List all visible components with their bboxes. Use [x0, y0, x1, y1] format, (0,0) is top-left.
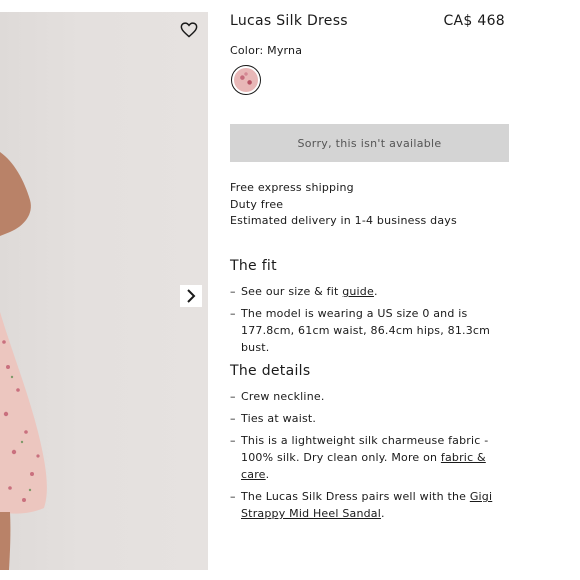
list-item: – See our size & fit guide. [230, 283, 510, 300]
detail-text: Ties at waist. [241, 412, 317, 425]
model-photo [0, 152, 47, 570]
next-image-button[interactable] [180, 285, 202, 307]
details-heading: The details [230, 363, 311, 379]
product-image[interactable] [0, 12, 208, 570]
title-row: Lucas Silk Dress CA$ 468 [230, 13, 505, 29]
model-info-text: The model is wearing a US size 0 and is … [241, 307, 491, 354]
list-item: – Crew neckline. [230, 388, 510, 405]
shipping-info: Free express shipping Duty free Estimate… [230, 180, 457, 230]
fit-text: See our size & fit [241, 285, 343, 298]
list-item: – This is a lightweight silk charmeuse f… [230, 432, 510, 483]
wishlist-button[interactable] [180, 22, 200, 42]
detail-text: Crew neckline. [241, 390, 325, 403]
bullet-dash: – [230, 390, 236, 403]
color-swatch-myrna[interactable] [231, 65, 261, 95]
punctuation: . [373, 285, 378, 298]
bullet-dash: – [230, 307, 236, 320]
bullet-dash: – [230, 434, 236, 447]
punctuation: . [381, 507, 385, 520]
color-label: Color: Myrna [230, 44, 303, 57]
heart-icon [180, 22, 198, 38]
detail-text: The Lucas Silk Dress pairs well with the [241, 490, 470, 503]
list-item: – The Lucas Silk Dress pairs well with t… [230, 488, 510, 522]
fit-list: – See our size & fit guide. – The model … [230, 283, 510, 361]
product-title: Lucas Silk Dress [230, 13, 348, 29]
list-item-text: The Lucas Silk Dress pairs well with the… [241, 488, 510, 522]
chevron-right-icon [187, 289, 196, 303]
details-list: – Crew neckline. – Ties at waist. – This… [230, 388, 510, 527]
swatch-pattern [234, 68, 258, 92]
list-item: – The model is wearing a US size 0 and i… [230, 305, 510, 356]
shipping-line: Estimated delivery in 1-4 business days [230, 214, 457, 227]
bullet-dash: – [230, 285, 236, 298]
bullet-dash: – [230, 490, 236, 503]
shipping-line: Duty free [230, 197, 284, 211]
list-item: – Ties at waist. [230, 410, 510, 427]
shipping-line: Free express shipping [230, 181, 354, 194]
product-price: CA$ 468 [443, 13, 505, 29]
punctuation: . [265, 468, 270, 481]
size-guide-link[interactable]: guide [342, 285, 374, 298]
fit-heading: The fit [230, 258, 277, 274]
list-item-text: This is a lightweight silk charmeuse fab… [241, 432, 510, 483]
bullet-dash: – [230, 412, 236, 425]
unavailable-button[interactable]: Sorry, this isn't available [230, 124, 509, 162]
list-item-text: See our size & fit guide. [241, 283, 510, 300]
